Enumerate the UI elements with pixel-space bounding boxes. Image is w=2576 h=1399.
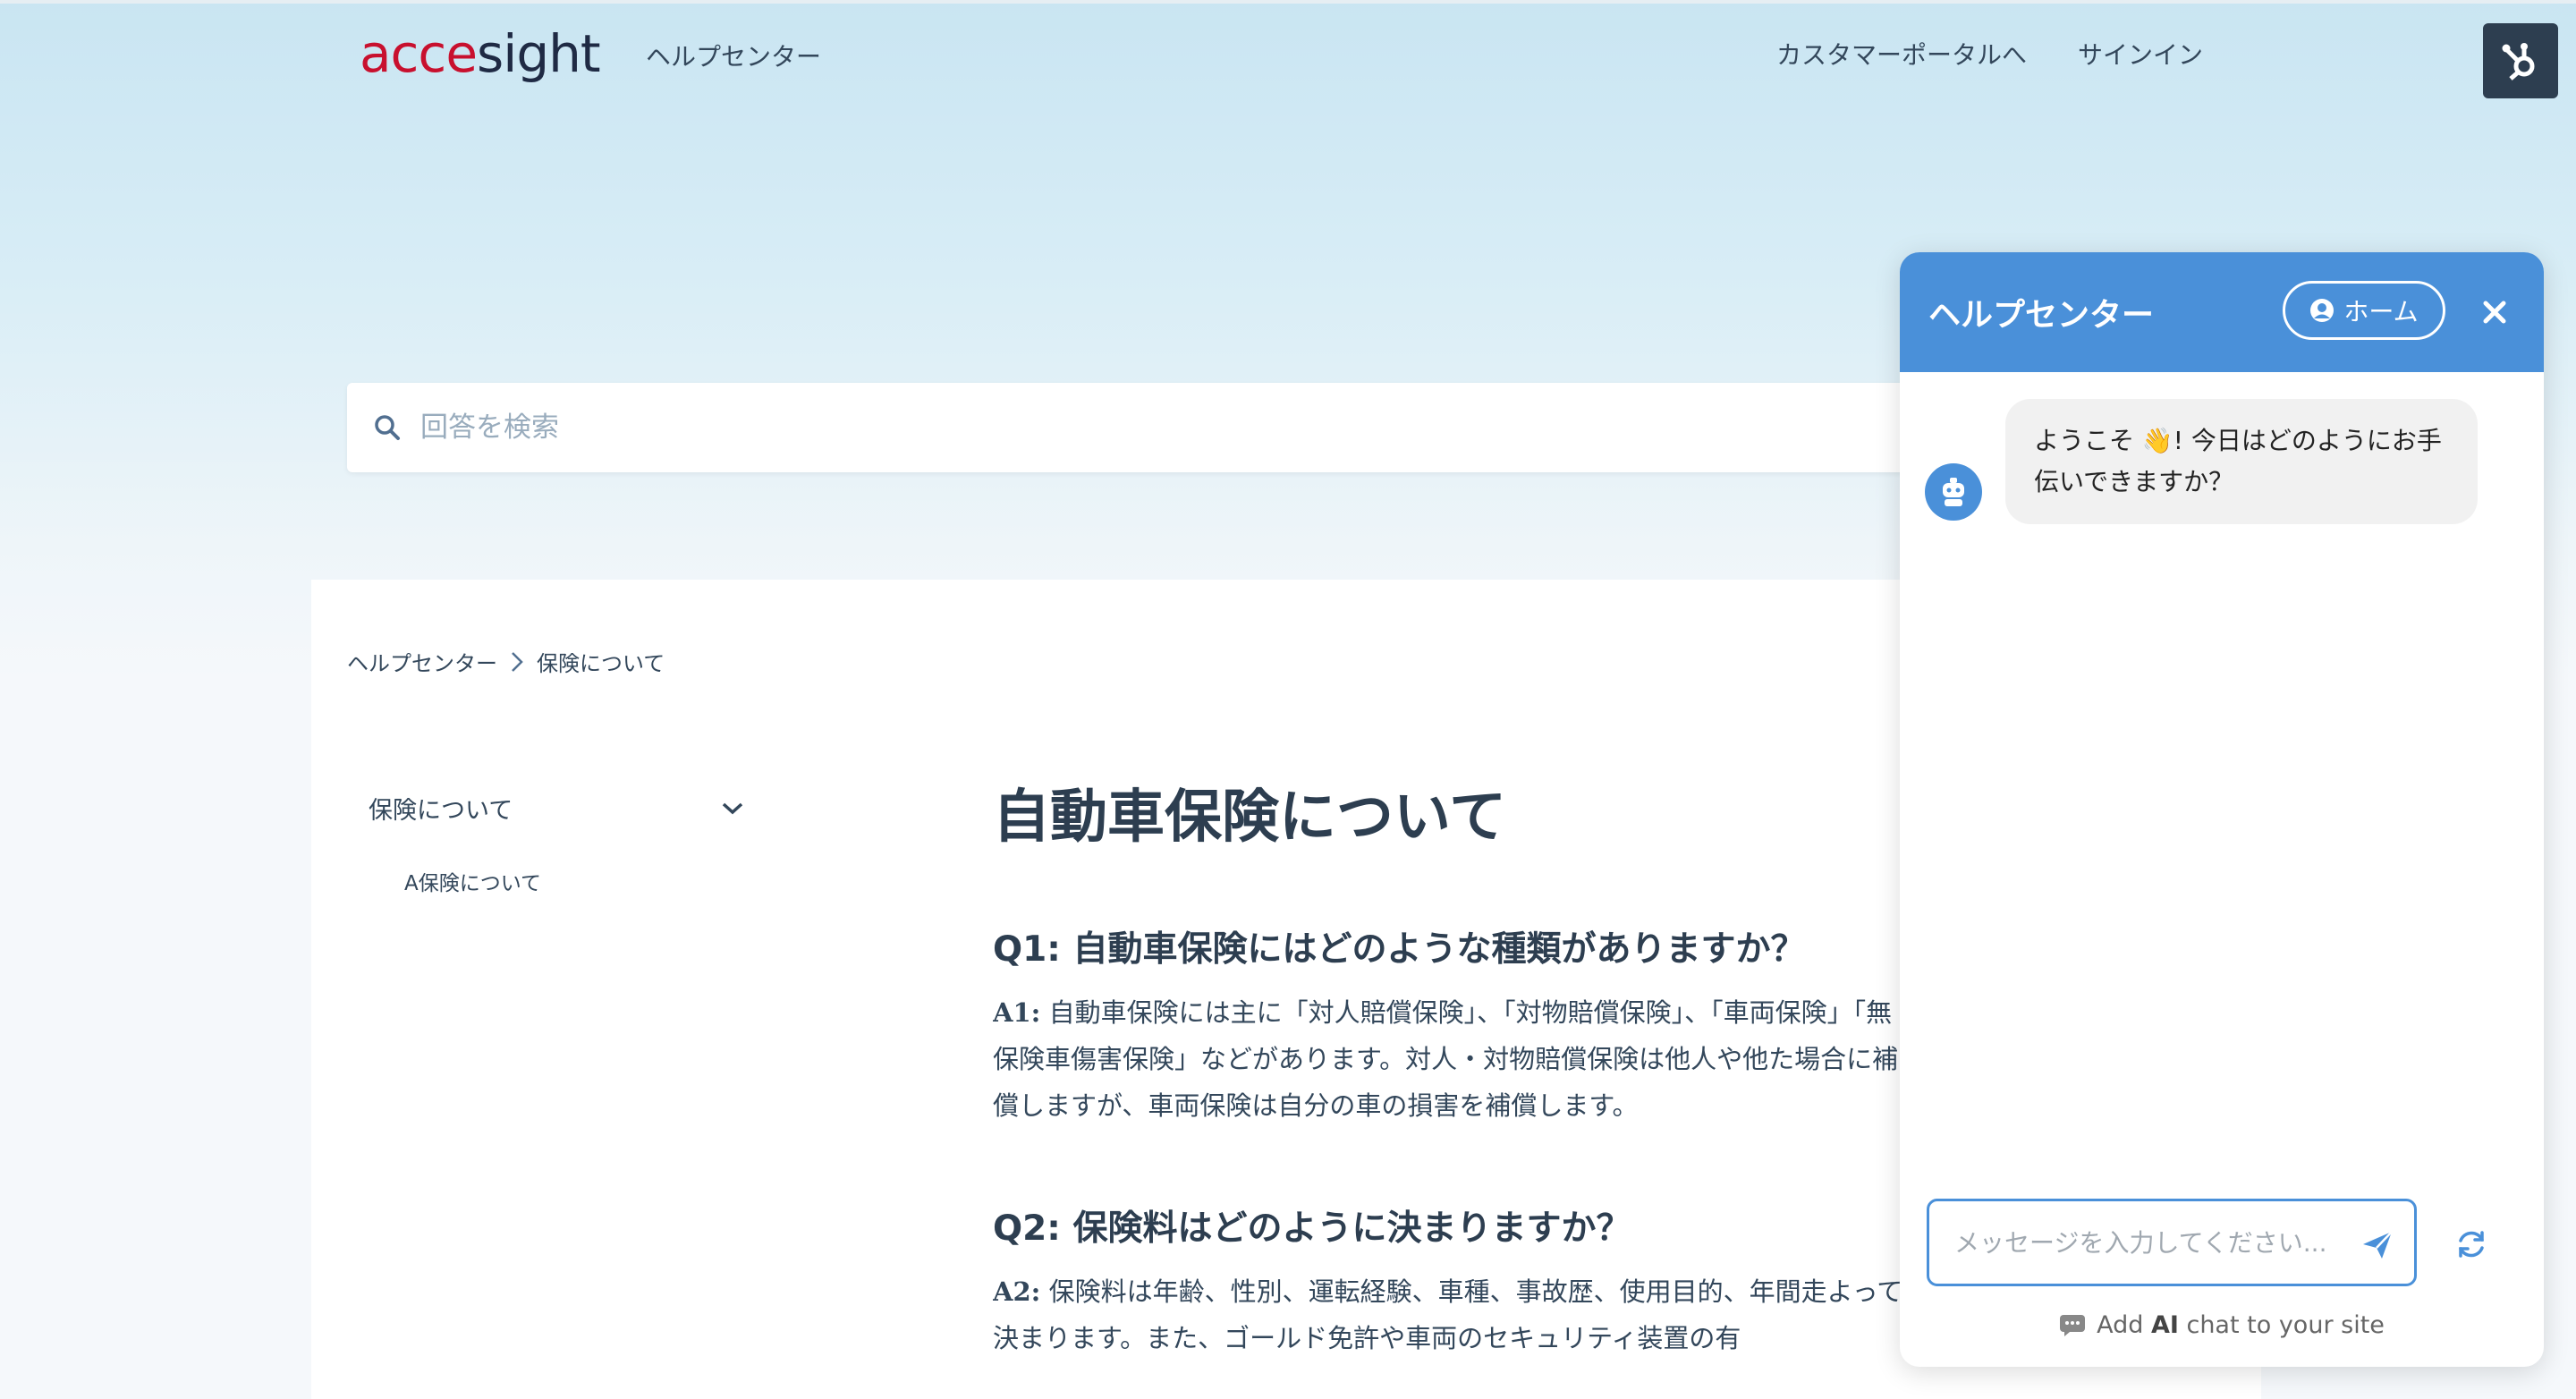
- refresh-icon[interactable]: [2454, 1227, 2488, 1261]
- article-title: 自動車保険について: [993, 784, 1507, 851]
- chat-widget: ヘルプセンター ホーム ようこそ 👋! 今日はどのようにお手伝いできますか？ メ…: [1900, 252, 2544, 1367]
- hubspot-sprocket-button[interactable]: [2483, 23, 2558, 98]
- chat-message-input[interactable]: [1954, 1227, 2348, 1258]
- chat-input-box[interactable]: [1927, 1199, 2417, 1286]
- robot-icon: [1943, 478, 1964, 506]
- chat-home-button[interactable]: ホーム: [2283, 281, 2445, 340]
- search-bar[interactable]: [347, 383, 2002, 472]
- nav-sign-in[interactable]: サインイン: [2078, 36, 2203, 72]
- breadcrumb-help-center[interactable]: ヘルプセンター: [347, 646, 497, 677]
- sidebar-category-insurance[interactable]: 保険について: [369, 791, 744, 826]
- chat-header: ヘルプセンター ホーム: [1900, 252, 2544, 372]
- nav-customer-portal[interactable]: カスタマーポータルへ: [1776, 36, 2027, 72]
- chat-home-label: ホーム: [2343, 297, 2419, 326]
- answer-1-label: A1:: [993, 997, 1041, 1028]
- search-icon: [375, 415, 400, 440]
- question-1: Q1: 自動車保険にはどのような種類がありますか？: [993, 929, 1806, 970]
- close-icon: [2483, 301, 2506, 324]
- answer-2-label: A2:: [993, 1276, 1041, 1307]
- search-input[interactable]: [420, 411, 1762, 444]
- bot-avatar: [1925, 463, 1982, 521]
- chat-title: ヘルプセンター: [1928, 297, 2155, 334]
- bot-message-bubble: ようこそ 👋! 今日はどのようにお手伝いできますか？: [2005, 399, 2478, 524]
- question-2: Q2: 保険料はどのように決まりますか？: [993, 1208, 1631, 1249]
- footer-prefix: Add: [2097, 1311, 2151, 1339]
- breadcrumb-insurance[interactable]: 保険について: [537, 646, 665, 677]
- sidebar-item-a-insurance[interactable]: A保険について: [404, 866, 541, 896]
- answer-2: A2: 保険料は年齢、性別、運転経験、車種、事故歴、使用目的、年間走よって決まり…: [993, 1268, 1914, 1361]
- chevron-right-icon: [512, 651, 523, 672]
- footer-suffix: chat to your site: [2178, 1311, 2385, 1339]
- user-circle-icon: [2310, 299, 2334, 322]
- logo-part-1: acce: [360, 23, 478, 84]
- answer-1-text: 自動車保険には主に「対人賠償保険」、「対物賠償保険」、「車両保険」「無保険車傷害…: [993, 997, 1899, 1121]
- answer-2-text: 保険料は年齢、性別、運転経験、車種、事故歴、使用目的、年間走よって決まります。ま…: [993, 1276, 1903, 1353]
- breadcrumb: ヘルプセンター 保険について: [347, 646, 665, 677]
- chevron-down-icon: [722, 802, 743, 814]
- accesight-logo[interactable]: acce sight: [360, 23, 601, 86]
- footer-bold: AI: [2150, 1311, 2179, 1339]
- add-ai-chat-link[interactable]: Add AI chat to your site: [1900, 1311, 2544, 1339]
- answer-1: A1: 自動車保険には主に「対人賠償保険」、「対物賠償保険」、「車両保険」「無保…: [993, 989, 1914, 1129]
- footer-text: Add AI chat to your site: [2097, 1311, 2385, 1339]
- nav-help-center[interactable]: ヘルプセンター: [646, 38, 821, 73]
- sidebar-category-label: 保険について: [369, 797, 513, 825]
- send-icon[interactable]: [2360, 1228, 2394, 1262]
- logo-part-2: sight: [477, 23, 601, 84]
- hubspot-sprocket-icon: [2502, 43, 2535, 81]
- chat-close-button[interactable]: [2472, 290, 2517, 335]
- top-border: [0, 0, 2576, 4]
- chat-bubble-icon: [2060, 1314, 2086, 1336]
